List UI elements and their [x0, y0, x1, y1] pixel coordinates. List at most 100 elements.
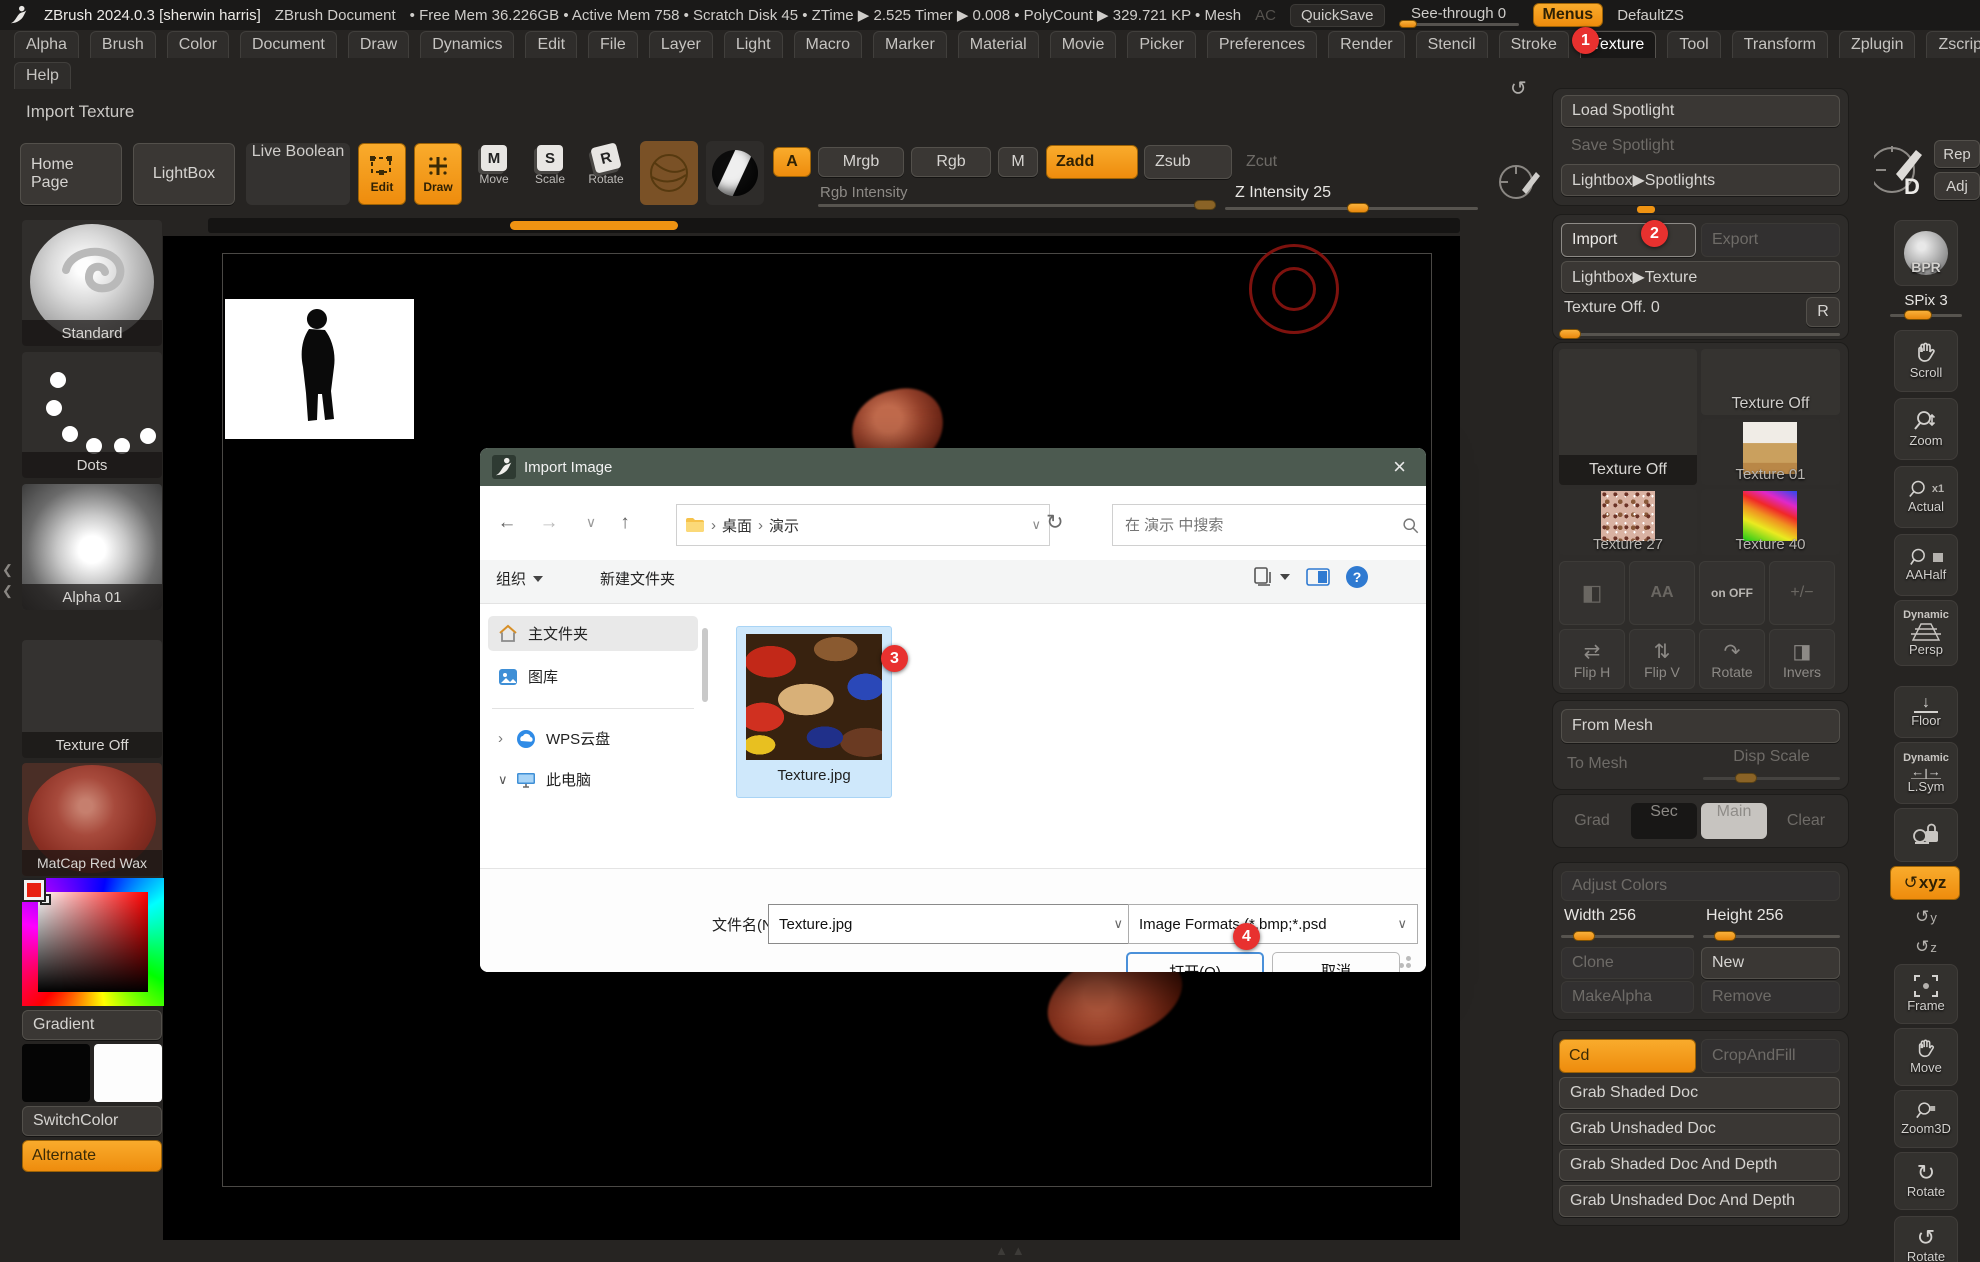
rgb-button[interactable]: Rgb [911, 147, 991, 177]
bpr-button[interactable]: BPR [1894, 220, 1958, 286]
from-mesh-button[interactable]: From Mesh [1561, 709, 1840, 743]
clone-button[interactable]: Clone [1561, 947, 1694, 979]
switch-color-button[interactable]: SwitchColor [22, 1106, 162, 1136]
this-pc-chevron-icon[interactable]: ∨ [498, 772, 508, 788]
dialog-title-bar[interactable]: Import Image × [480, 448, 1426, 486]
organize-button[interactable]: 组织 [496, 568, 544, 589]
secondary-color-swatch[interactable] [94, 1044, 162, 1102]
filetype-dropdown-icon[interactable]: ∨ [1397, 916, 1407, 932]
main-color-swatch[interactable] [22, 1044, 90, 1102]
adjust-colors-button[interactable]: Adjust Colors [1561, 871, 1840, 901]
texture-40-thumb[interactable]: Texture 40 [1701, 489, 1840, 555]
new-button[interactable]: New [1701, 947, 1840, 979]
forward-icon[interactable]: → [534, 512, 564, 534]
quicksave-button[interactable]: QuickSave [1289, 3, 1385, 27]
floor-button[interactable]: ↓ Floor [1894, 686, 1958, 738]
menu-stencil[interactable]: Stencil [1415, 31, 1488, 58]
texture-27-thumb[interactable]: Texture 27 [1559, 489, 1697, 555]
material-picker[interactable] [706, 141, 764, 205]
filename-combobox[interactable]: Texture.jpg ∨ [768, 904, 1134, 944]
sidebar-home[interactable]: 主文件夹 [488, 616, 698, 651]
texture-slider-knob[interactable] [1559, 329, 1581, 339]
see-through-slider[interactable]: See-through 0 [1398, 5, 1519, 28]
grad-button[interactable]: Grad [1561, 804, 1623, 838]
see-through-track[interactable] [1398, 19, 1519, 28]
sidebar-scrollbar[interactable] [702, 628, 708, 702]
brush-thumbnail[interactable]: Standard [22, 220, 162, 346]
menu-tool[interactable]: Tool [1667, 31, 1721, 58]
draw-button[interactable]: Draw [414, 143, 462, 205]
flip-v-button[interactable]: ⇅ Flip V [1629, 629, 1695, 689]
preview-pane-icon[interactable] [1306, 566, 1330, 588]
alpha-thumbnail[interactable]: Alpha 01 [22, 484, 162, 610]
wps-chevron-icon[interactable]: › [498, 730, 506, 747]
move-3d-button[interactable]: Move [1894, 1028, 1958, 1086]
menu-movie[interactable]: Movie [1049, 31, 1117, 58]
default-zscript-button[interactable]: DefaultZS [1617, 7, 1684, 24]
menu-document[interactable]: Document [239, 31, 337, 58]
texture-r-button[interactable]: R [1806, 297, 1840, 327]
main-button[interactable]: Main [1701, 803, 1767, 839]
address-bar[interactable]: › 桌面 › 演示 ∨ [676, 504, 1050, 546]
filename-dropdown-icon[interactable]: ∨ [1113, 916, 1123, 932]
menu-macro[interactable]: Macro [793, 31, 862, 58]
a-button[interactable]: A [773, 147, 811, 177]
load-spotlight-button[interactable]: Load Spotlight [1561, 95, 1840, 127]
lsym-button[interactable]: Dynamic ←ꞁ→ L.Sym [1894, 742, 1958, 804]
height-knob[interactable] [1714, 931, 1736, 941]
zsub-button[interactable]: Zsub [1144, 145, 1232, 179]
view-mode-icon[interactable] [1252, 566, 1274, 588]
history-dropdown-icon[interactable]: ∨ [576, 514, 606, 531]
menu-render[interactable]: Render [1328, 31, 1405, 58]
view-mode-caret-icon[interactable] [1280, 574, 1290, 580]
adj-button[interactable]: Adj [1934, 172, 1980, 200]
rotate-y-button[interactable]: ↺ y [1900, 904, 1952, 930]
disp-scale-slider[interactable] [1703, 773, 1840, 783]
cancel-button[interactable]: 取消 [1272, 952, 1400, 972]
width-knob[interactable] [1573, 931, 1595, 941]
panel-restore-icon[interactable]: ↺ [1510, 76, 1527, 101]
menu-brush[interactable]: Brush [89, 31, 156, 58]
grab-unshaded-doc-depth-button[interactable]: Grab Unshaded Doc And Depth [1559, 1185, 1840, 1217]
breadcrumb-desktop[interactable]: 桌面 [722, 515, 752, 536]
rotate-3d-button[interactable]: ↻ Rotate [1894, 1152, 1958, 1210]
flip-h-button[interactable]: ⇄ Flip H [1559, 629, 1625, 689]
actual-size-button[interactable]: x1 Actual [1894, 466, 1958, 528]
clear-button[interactable]: Clear [1773, 804, 1839, 838]
zoom-3d-button[interactable]: Zoom3D [1894, 1090, 1958, 1148]
stroke-dial-icon[interactable] [1496, 160, 1542, 204]
rgb-intensity-knob[interactable] [1194, 200, 1216, 210]
address-dropdown-icon[interactable]: ∨ [1031, 517, 1041, 533]
spix-knob[interactable] [1904, 310, 1932, 320]
zcut-button[interactable]: Zcut [1240, 147, 1283, 177]
texture-mode-1-button[interactable]: ◧ [1559, 561, 1625, 625]
search-input[interactable] [1123, 515, 1402, 535]
drag-dot-tool[interactable]: D [1874, 138, 1930, 204]
texture-off-thumb[interactable]: Texture Off [1701, 349, 1840, 415]
rotate-z-button[interactable]: ↺ z [1900, 934, 1952, 960]
left-tray-collapse-handle[interactable]: ❮ ❮ [2, 560, 13, 602]
color-picker[interactable] [22, 878, 164, 1006]
make-alpha-button[interactable]: MakeAlpha [1561, 981, 1694, 1013]
menu-transform[interactable]: Transform [1731, 31, 1828, 58]
zoom-doc-button[interactable]: Zoom [1894, 398, 1958, 460]
menu-material[interactable]: Material [957, 31, 1039, 58]
rotate-xyz-button[interactable]: ↺ xyz [1890, 866, 1960, 900]
rotate-button[interactable]: R Rotate [582, 142, 630, 205]
save-spotlight-button[interactable]: Save Spotlight [1561, 131, 1840, 161]
rep-button[interactable]: Rep [1934, 140, 1980, 168]
mrgb-button[interactable]: Mrgb [818, 147, 904, 177]
open-button[interactable]: 打开(O) [1126, 952, 1264, 972]
help-icon[interactable]: ? [1346, 566, 1368, 588]
sidebar-wps[interactable]: › WPS云盘 [488, 721, 698, 756]
remove-button[interactable]: Remove [1701, 981, 1840, 1013]
material-thumbnail[interactable]: MatCap Red Wax [22, 763, 162, 876]
sidebar-this-pc[interactable]: ∨ 此电脑 [488, 762, 698, 797]
canvas-bottom-arrows[interactable]: ▲▲ [995, 1243, 1029, 1258]
hscrollbar-thumb[interactable] [510, 221, 678, 230]
sidebar-gallery[interactable]: 图库 [488, 659, 698, 694]
texture-01-thumb[interactable]: Texture 01 [1701, 419, 1840, 485]
scroll-doc-button[interactable]: Scroll [1894, 330, 1958, 392]
lightbox-button[interactable]: LightBox [133, 143, 235, 205]
height-slider[interactable] [1703, 931, 1840, 941]
